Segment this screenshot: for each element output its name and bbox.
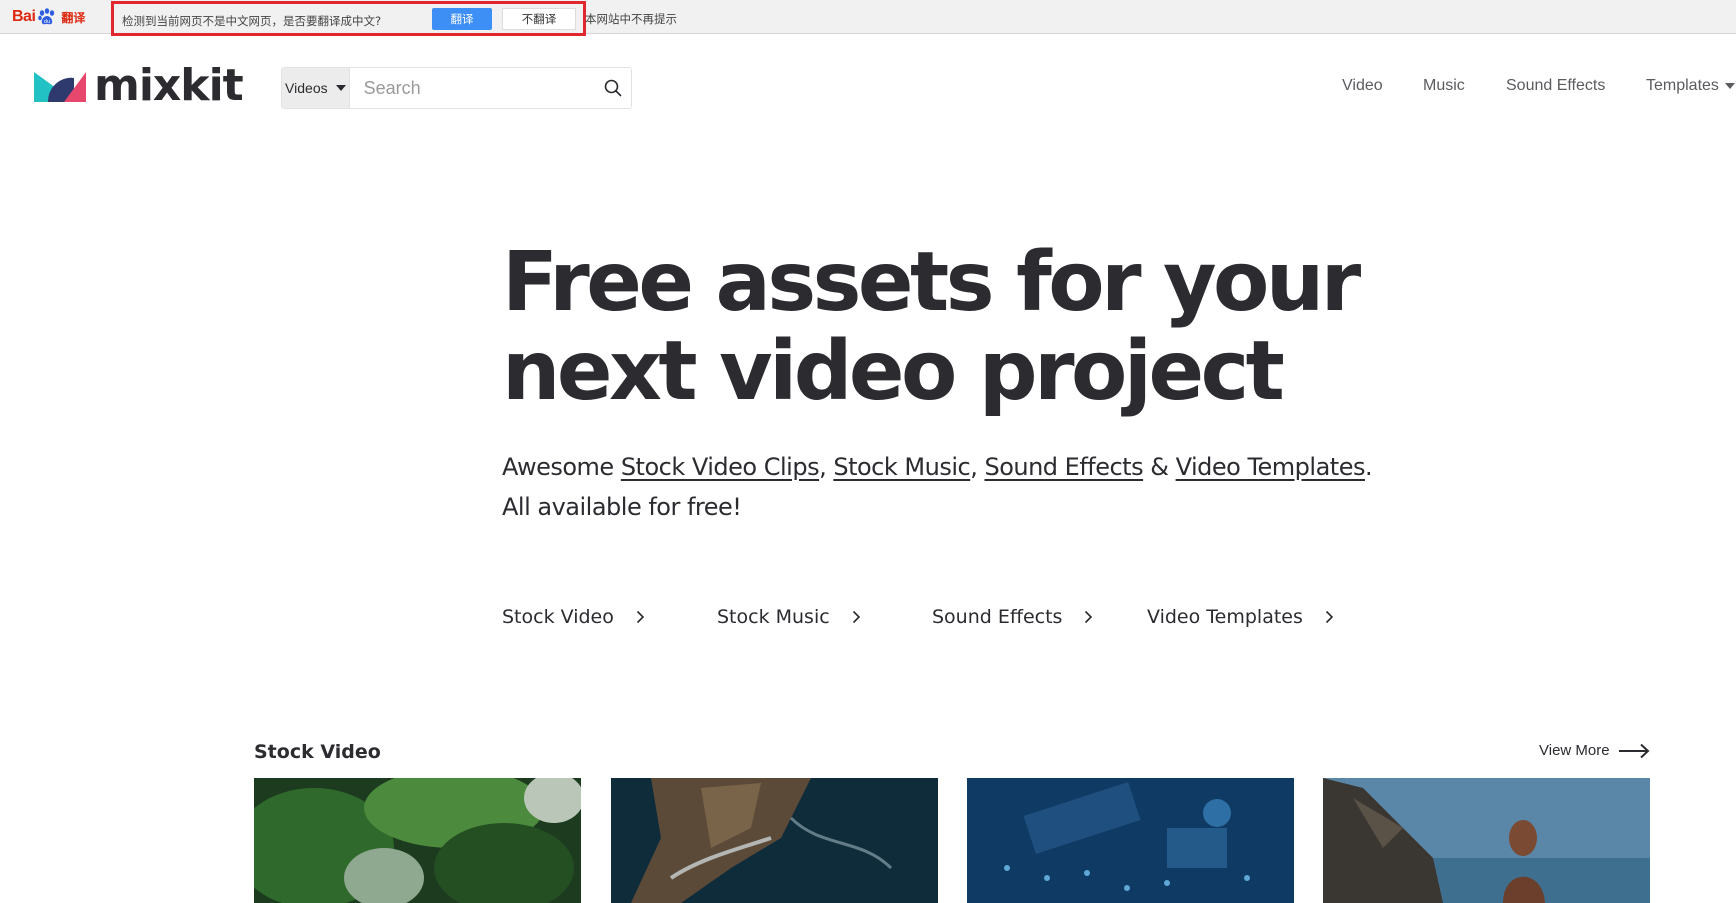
hero-sub-line2: All available for free! [502, 493, 742, 521]
arrow-right-icon [1618, 743, 1650, 758]
logo-text: mixkit [94, 60, 244, 111]
thumbnail-image [611, 778, 938, 903]
site-header: mixkit Videos Video Music Sound Effects … [0, 34, 1736, 142]
link-sound-effects[interactable]: Sound Effects [984, 453, 1143, 481]
chevron-right-icon [852, 610, 860, 624]
chevron-down-icon [1724, 83, 1735, 89]
translate-button[interactable]: 翻译 [432, 8, 492, 30]
search-icon [605, 79, 622, 97]
category-label: Stock Video [502, 606, 614, 628]
link-video-templates[interactable]: Video Templates [1176, 453, 1366, 481]
chevron-right-icon [1085, 610, 1093, 624]
thumbnail-image [1323, 778, 1650, 903]
thumbnail-image [254, 778, 581, 903]
view-more-label: View More [1539, 742, 1610, 759]
hero-subtitle: Awesome Stock Video Clips, Stock Music, … [502, 447, 1462, 527]
nav-video[interactable]: Video [1342, 77, 1383, 95]
link-stock-video-clips[interactable]: Stock Video Clips [621, 453, 820, 481]
search-type-label: Videos [285, 80, 328, 96]
view-more-link[interactable]: View More [1539, 742, 1650, 759]
baidu-brand: Bai [12, 8, 36, 25]
nav-templates[interactable]: Templates [1646, 77, 1735, 95]
category-links: Stock Video Stock Music Sound Effects Vi… [0, 606, 1736, 636]
chevron-right-icon [636, 610, 644, 624]
mixkit-logo[interactable]: mixkit [34, 60, 244, 111]
nav-templates-label: Templates [1646, 77, 1719, 94]
mixkit-logo-icon [34, 72, 86, 102]
chevron-down-icon [335, 85, 346, 91]
video-thumbnail-leaves[interactable] [254, 778, 581, 903]
category-link-stock-video[interactable]: Stock Video [502, 606, 645, 628]
category-link-sound-effects[interactable]: Sound Effects [932, 606, 1093, 628]
video-thumbnail-coast[interactable] [611, 778, 938, 903]
hero-sep: . [1364, 453, 1373, 481]
no-translate-button[interactable]: 不翻译 [502, 8, 576, 30]
hero-sub-prefix: Awesome [502, 453, 621, 481]
svg-text:du: du [44, 19, 50, 25]
search-type-dropdown[interactable]: Videos [282, 68, 350, 108]
chevron-right-icon [1325, 610, 1334, 624]
thumbnail-image [967, 778, 1294, 903]
nav-music[interactable]: Music [1423, 77, 1465, 95]
baidu-translate-label: 翻译 [61, 10, 86, 25]
section-title-stock-video: Stock Video [254, 741, 381, 763]
translate-bar: Bai du 翻译 检测到当前网页不是中文网页，是否要翻译成中文? 翻译 不翻译… [0, 0, 1736, 36]
hero-sep: , [819, 453, 834, 481]
category-link-stock-music[interactable]: Stock Music [717, 606, 861, 628]
baidu-paw-icon: du [38, 8, 55, 25]
hero-title-line1: Free assets for your [502, 235, 1361, 330]
link-stock-music[interactable]: Stock Music [833, 453, 970, 481]
search-input[interactable] [349, 68, 596, 108]
search-button[interactable] [595, 68, 631, 108]
video-thumbnail-circuit[interactable] [967, 778, 1294, 903]
hero-sep: & [1143, 453, 1176, 481]
search-bar: Videos [281, 67, 632, 109]
never-prompt-link[interactable]: 本网站中不再提示 [585, 11, 677, 27]
translate-message: 检测到当前网页不是中文网页，是否要翻译成中文? [122, 14, 382, 28]
hero-title: Free assets for your next video project [502, 238, 1402, 416]
translate-prompt-box: 检测到当前网页不是中文网页，是否要翻译成中文? 翻译 不翻译 [111, 1, 586, 36]
hero-title-line2: next video project [502, 324, 1285, 419]
baidu-logo: Bai du 翻译 [12, 5, 85, 29]
category-label: Sound Effects [932, 606, 1063, 628]
category-label: Stock Music [717, 606, 830, 628]
category-label: Video Templates [1147, 606, 1303, 628]
nav-sound-effects[interactable]: Sound Effects [1506, 77, 1605, 95]
category-link-video-templates[interactable]: Video Templates [1147, 606, 1334, 628]
video-thumbnail-beach[interactable] [1323, 778, 1650, 903]
hero-sep: , [970, 453, 985, 481]
